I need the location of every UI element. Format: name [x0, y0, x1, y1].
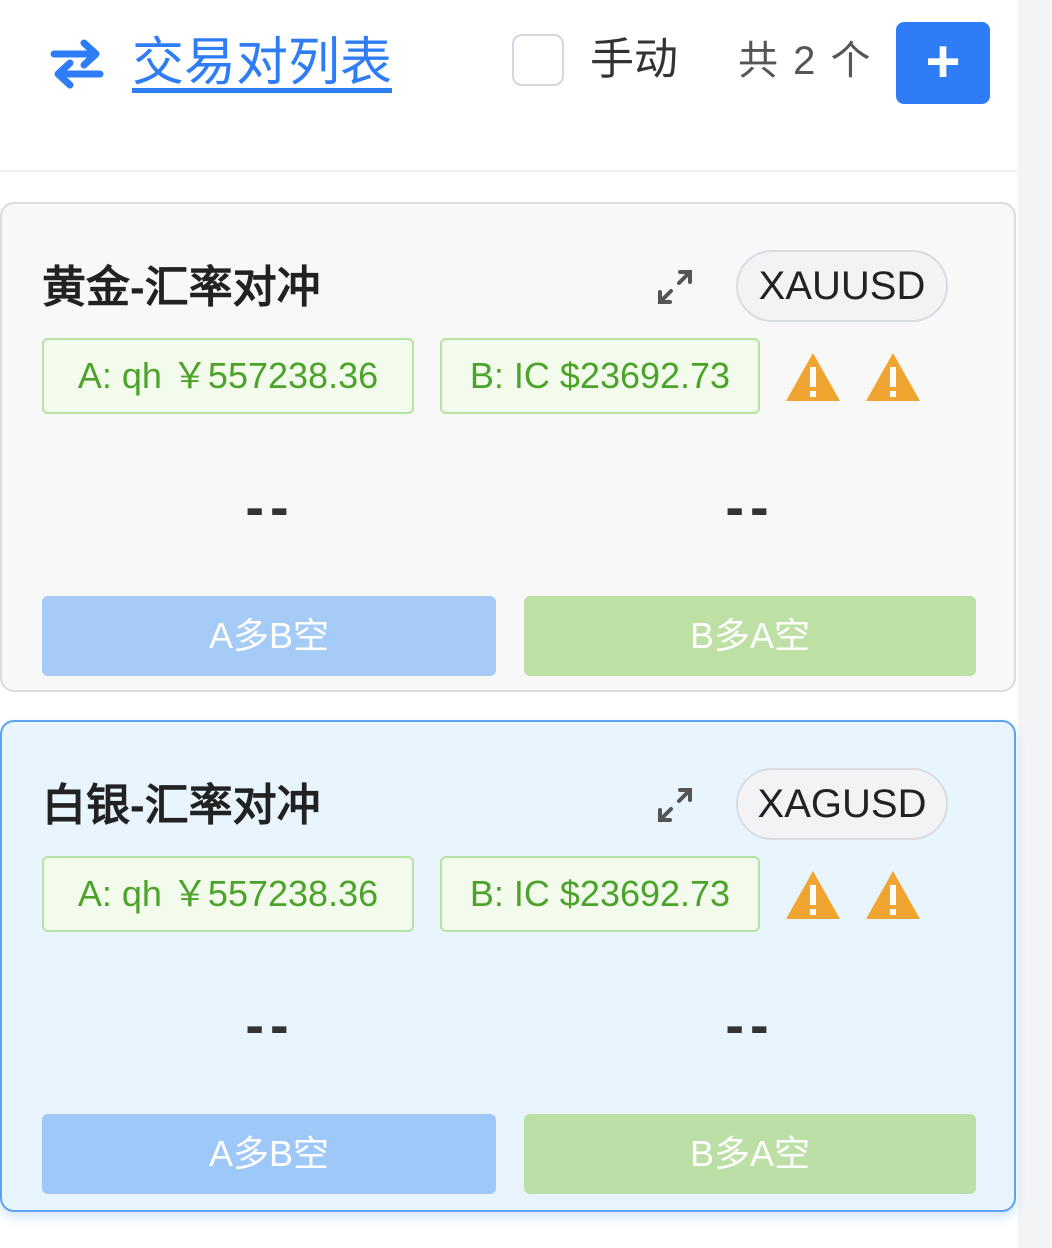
manual-checkbox[interactable]	[512, 34, 564, 86]
warning-icon	[866, 353, 920, 401]
trading-pair-panel: 交易对列表 手动 共 2 个 + 黄金-汇率对冲 XAUUSD A: qh ￥5…	[0, 0, 1052, 1248]
pair-name: 黄金-汇率对冲	[42, 263, 321, 312]
scrollbar-track[interactable]	[1018, 0, 1052, 1248]
pair-card-selected[interactable]: 白银-汇率对冲 XAGUSD A: qh ￥557238.36 B: IC $2…	[0, 720, 1016, 1212]
account-b-tag: B: IC $23692.73	[440, 338, 760, 414]
add-pair-button[interactable]: +	[896, 22, 990, 104]
expand-icon[interactable]	[650, 780, 700, 830]
pair-card[interactable]: 黄金-汇率对冲 XAUUSD A: qh ￥557238.36 B: IC $2…	[0, 202, 1016, 692]
a-long-b-short-button[interactable]: A多B空	[42, 596, 496, 676]
value-right: --	[725, 475, 775, 538]
warning-icon	[786, 353, 840, 401]
a-long-b-short-button[interactable]: A多B空	[42, 1114, 496, 1194]
value-right: --	[725, 993, 775, 1056]
value-left: --	[245, 993, 295, 1056]
manual-label[interactable]: 手动	[590, 30, 678, 90]
b-long-a-short-button[interactable]: B多A空	[524, 596, 976, 676]
symbol-badge: XAGUSD	[736, 768, 948, 840]
swap-arrows-icon[interactable]	[48, 34, 106, 92]
warning-icon	[786, 871, 840, 919]
page-title-link[interactable]: 交易对列表	[132, 28, 392, 98]
expand-icon[interactable]	[650, 262, 700, 312]
account-a-tag: A: qh ￥557238.36	[42, 338, 414, 414]
symbol-badge: XAUUSD	[736, 250, 948, 322]
account-a-tag: A: qh ￥557238.36	[42, 856, 414, 932]
pair-count: 共 2 个	[738, 39, 873, 83]
b-long-a-short-button[interactable]: B多A空	[524, 1114, 976, 1194]
warning-icon	[866, 871, 920, 919]
pair-name: 白银-汇率对冲	[42, 781, 321, 830]
panel-header: 交易对列表 手动 共 2 个 +	[0, 0, 1018, 172]
account-b-tag: B: IC $23692.73	[440, 856, 760, 932]
value-left: --	[245, 475, 295, 538]
